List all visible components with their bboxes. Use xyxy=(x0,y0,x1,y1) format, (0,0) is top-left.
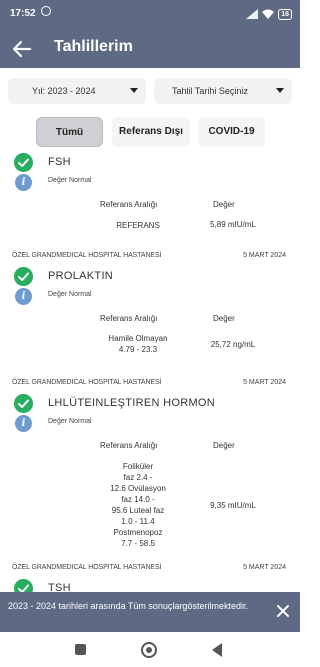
tab-covid[interactable]: COVID-19 xyxy=(198,117,265,147)
result-card[interactable]: ÖZEL GRANDMEDICAL HOSPITAL HASTANESİ 5 M… xyxy=(0,375,300,560)
test-name: PROLAKTIN xyxy=(48,270,114,282)
wifi-icon xyxy=(262,9,275,19)
system-nav-bar xyxy=(0,632,300,667)
signal-icon xyxy=(246,9,259,19)
info-icon[interactable]: i xyxy=(15,288,32,305)
dropdown-arrow-icon xyxy=(130,88,138,93)
reference-range-label: Referans Aralığı xyxy=(100,314,158,323)
status-bar: 17:52 16 xyxy=(0,0,300,30)
result-date: 5 MART 2024 xyxy=(243,379,286,386)
reference-range: Hamile Olmayan 4.79 - 23.3 xyxy=(108,334,168,354)
check-icon xyxy=(14,394,33,413)
hospital-row: ÖZEL GRANDMEDICAL HOSPITAL HASTANESİ 5 M… xyxy=(0,560,300,576)
status-note: Değer Normal xyxy=(48,291,92,298)
test-row: PROLAKTIN xyxy=(0,264,300,288)
status-note: Değer Normal xyxy=(48,177,92,184)
close-icon[interactable] xyxy=(274,602,292,620)
results-list[interactable]: FSH i Değer Normal Referans Aralığı Değe… xyxy=(0,150,300,592)
test-row: TSH xyxy=(0,576,300,592)
hospital-name: ÖZEL GRANDMEDICAL HOSPITAL HASTANESİ xyxy=(12,379,162,386)
status-row: i Değer Normal xyxy=(0,288,300,306)
dropdown-arrow-icon xyxy=(276,88,284,93)
check-icon xyxy=(14,153,33,172)
test-name: TSH xyxy=(48,582,71,592)
reference-range-label: Referans Aralığı xyxy=(100,441,158,450)
result-value: 25,72 ng/mL xyxy=(210,340,256,349)
alarm-icon xyxy=(41,6,51,16)
app-bar: Tahlillerim xyxy=(0,30,300,68)
recent-apps-icon[interactable] xyxy=(75,644,86,655)
status-row: i Değer Normal xyxy=(0,415,300,433)
test-name: LHLÜTEINLEŞTIREN HORMON xyxy=(48,397,216,409)
page-title: Tahlillerim xyxy=(54,38,133,55)
year-select-value: Yıl: 2023 - 2024 xyxy=(32,86,96,96)
test-row: FSH xyxy=(0,150,300,174)
date-select-value: Tahlil Tarihi Seçiniz xyxy=(172,86,248,96)
battery-icon: 16 xyxy=(278,8,292,20)
date-select[interactable]: Tahlil Tarihi Seçiniz xyxy=(154,78,292,104)
tab-out-of-range[interactable]: Referans Dışı xyxy=(112,117,190,147)
reference-header: Referans Aralığı Değer xyxy=(0,192,300,216)
back-triangle-icon[interactable] xyxy=(212,643,222,657)
snackbar-message: 2023 - 2024 tarihleri arasında Tüm sonuç… xyxy=(8,601,248,611)
result-date: 5 MART 2024 xyxy=(243,564,286,571)
test-name: FSH xyxy=(48,156,71,168)
home-dot xyxy=(146,647,152,653)
status-time: 17:52 xyxy=(10,8,36,19)
result-card[interactable]: FSH i Değer Normal Referans Aralığı Değe… xyxy=(0,150,300,248)
result-card[interactable]: ÖZEL GRANDMEDICAL HOSPITAL HASTANESİ 5 M… xyxy=(0,248,300,375)
screen: 17:52 16 Tahlillerim Yıl: 2023 - 2024 Ta… xyxy=(0,0,300,667)
year-select[interactable]: Yıl: 2023 - 2024 xyxy=(8,78,146,104)
hospital-row: ÖZEL GRANDMEDICAL HOSPITAL HASTANESİ 5 M… xyxy=(0,248,300,264)
reference-body: REFERANS 5,89 mIU/mL xyxy=(0,216,300,236)
tab-all[interactable]: Tümü xyxy=(36,117,103,147)
value-label: Değer xyxy=(213,314,235,323)
result-value: 5,89 mIU/mL xyxy=(210,220,256,229)
back-arrow-icon[interactable] xyxy=(10,37,34,61)
check-icon xyxy=(14,267,33,286)
reference-header: Referans Aralığı Değer xyxy=(0,433,300,457)
reference-range: Foliküler faz 2.4 - 12.6 Ovülasyon faz 1… xyxy=(110,462,166,548)
snackbar: 2023 - 2024 tarihleri arasında Tüm sonuç… xyxy=(0,592,300,632)
reference-range-label: Referans Aralığı xyxy=(100,200,158,209)
hospital-name: ÖZEL GRANDMEDICAL HOSPITAL HASTANESİ xyxy=(12,564,162,571)
status-row: i Değer Normal xyxy=(0,174,300,192)
result-date: 5 MART 2024 xyxy=(243,252,286,259)
info-icon[interactable]: i xyxy=(15,415,32,432)
reference-header: Referans Aralığı Değer xyxy=(0,306,300,330)
hospital-name: ÖZEL GRANDMEDICAL HOSPITAL HASTANESİ xyxy=(12,252,162,259)
status-icons: 16 xyxy=(246,7,292,21)
info-icon[interactable]: i xyxy=(15,174,32,191)
reference-body: Hamile Olmayan 4.79 - 23.3 25,72 ng/mL xyxy=(0,330,300,370)
test-row: LHLÜTEINLEŞTIREN HORMON xyxy=(0,391,300,415)
reference-range: REFERANS xyxy=(116,221,160,230)
status-note: Değer Normal xyxy=(48,418,92,425)
hospital-row: ÖZEL GRANDMEDICAL HOSPITAL HASTANESİ 5 M… xyxy=(0,375,300,391)
value-label: Değer xyxy=(213,441,235,450)
value-label: Değer xyxy=(213,200,235,209)
filter-bar: Yıl: 2023 - 2024 Tahlil Tarihi Seçiniz xyxy=(8,78,292,106)
result-card[interactable]: ÖZEL GRANDMEDICAL HOSPITAL HASTANESİ 5 M… xyxy=(0,560,300,592)
result-value: 9,35 mIU/mL xyxy=(210,501,256,510)
reference-body: Foliküler faz 2.4 - 12.6 Ovülasyon faz 1… xyxy=(0,457,300,557)
check-icon xyxy=(14,579,33,592)
